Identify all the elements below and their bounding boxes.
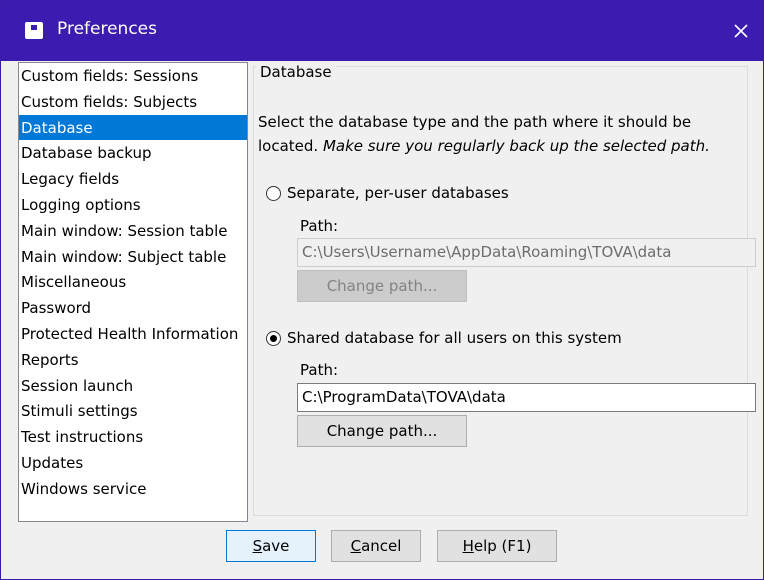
sidebar-item-reports[interactable]: Reports [19, 347, 247, 373]
separate-database-radio[interactable]: Separate, per-user databases [266, 184, 509, 202]
save-button[interactable]: Save [226, 530, 316, 562]
sidebar-item-database[interactable]: Database [19, 114, 247, 141]
sidebar-item-stimuli-settings[interactable]: Stimuli settings [19, 398, 247, 424]
sidebar-item-test-instructions[interactable]: Test instructions [19, 424, 247, 450]
save-mnemonic: S [252, 537, 263, 555]
description-line-1: Select the database type and the path wh… [258, 113, 692, 131]
description-line-2: located. Make sure you regularly back up… [258, 134, 748, 158]
shared-path-input[interactable]: C:\ProgramData\TOVA\data [297, 383, 756, 412]
save-label: ave [262, 537, 290, 555]
separate-path-input[interactable]: C:\Users\Username\AppData\Roaming\TOVA\d… [297, 238, 756, 267]
sidebar-item-updates[interactable]: Updates [19, 450, 247, 476]
close-button[interactable] [719, 1, 763, 61]
group-title: Database [256, 63, 336, 81]
separate-path-label: Path: [300, 217, 339, 235]
cancel-mnemonic: C [350, 537, 362, 555]
separate-database-label: Separate, per-user databases [287, 184, 509, 202]
app-icon [25, 22, 43, 39]
window-title: Preferences [57, 19, 157, 39]
radio-unchecked-icon [266, 185, 281, 201]
sidebar-item-main-window-session-table[interactable]: Main window: Session table [19, 218, 247, 244]
help-button[interactable]: Help (F1) [437, 530, 557, 562]
sidebar-item-legacy-fields[interactable]: Legacy fields [19, 166, 247, 192]
description-warning: Make sure you regularly back up the sele… [322, 137, 710, 155]
radio-checked-icon [266, 330, 281, 346]
sidebar-item-custom-fields-subjects[interactable]: Custom fields: Subjects [19, 89, 247, 115]
preferences-category-list[interactable]: Custom fields: Sessions Custom fields: Su… [18, 62, 248, 522]
database-description: Select the database type and the path wh… [258, 110, 748, 158]
sidebar-item-main-window-subject-table[interactable]: Main window: Subject table [19, 244, 247, 270]
sidebar-item-windows-service[interactable]: Windows service [19, 476, 247, 502]
cancel-label: ancel [361, 537, 402, 555]
shared-path-label: Path: [300, 361, 339, 379]
sidebar-item-custom-fields-sessions[interactable]: Custom fields: Sessions [19, 63, 247, 89]
sidebar-item-password[interactable]: Password [19, 295, 247, 321]
help-label: elp (F1) [473, 537, 532, 555]
separate-change-path-button[interactable]: Change path... [297, 270, 467, 302]
sidebar-item-database-backup[interactable]: Database backup [19, 140, 247, 166]
close-icon [734, 24, 748, 38]
shared-database-label: Shared database for all users on this sy… [287, 329, 622, 347]
sidebar-item-miscellaneous[interactable]: Miscellaneous [19, 269, 247, 295]
sidebar-item-session-launch[interactable]: Session launch [19, 373, 247, 399]
shared-change-path-button[interactable]: Change path... [297, 415, 467, 447]
cancel-button[interactable]: Cancel [331, 530, 421, 562]
sidebar-item-protected-health-information[interactable]: Protected Health Information [19, 321, 247, 347]
help-mnemonic: H [462, 537, 474, 555]
description-prefix: located. [258, 137, 323, 155]
shared-database-radio[interactable]: Shared database for all users on this sy… [266, 329, 622, 347]
title-bar[interactable]: Preferences [1, 1, 763, 61]
sidebar-item-logging-options[interactable]: Logging options [19, 192, 247, 218]
